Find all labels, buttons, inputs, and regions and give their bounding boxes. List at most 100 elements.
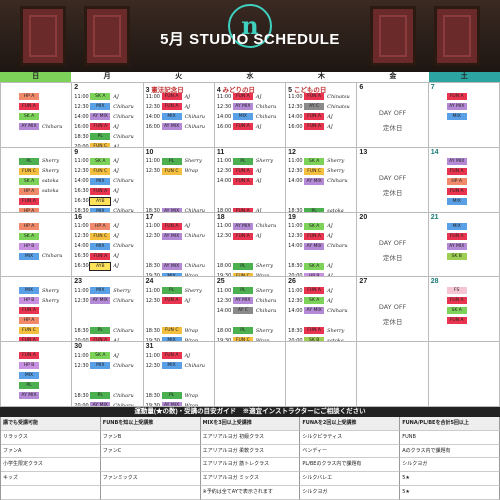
class-slot[interactable]: AY MIX xyxy=(431,242,497,251)
class-slot[interactable]: FUN C xyxy=(3,326,69,335)
class-slot[interactable]: SK B xyxy=(431,252,497,261)
class-slot[interactable]: 11:00 SK A Sherry xyxy=(288,157,354,166)
class-slot[interactable] xyxy=(146,381,212,390)
class-slot[interactable]: 14:00 AY MIX Chiharu xyxy=(288,177,354,186)
class-slot[interactable]: MIX Sherry xyxy=(3,286,69,295)
class-slot[interactable]: HP A xyxy=(3,92,69,101)
class-slot[interactable]: 14:00 FUN A AJ xyxy=(288,112,354,121)
class-slot[interactable]: 11:00 SK A AJ xyxy=(288,222,354,231)
class-slot[interactable]: 12:30 MIX Chiharu xyxy=(74,102,140,111)
class-slot[interactable]: 18:30 PL Chiharu xyxy=(74,391,140,400)
class-slot[interactable]: 12:30 FUN C AJ xyxy=(74,167,140,176)
class-slot[interactable]: 11:00 PL Sherry xyxy=(217,286,283,295)
class-slot[interactable]: 12:30 SK A AJ xyxy=(288,296,354,305)
class-slot[interactable]: 11:00 PL Sherry xyxy=(146,286,212,295)
class-slot[interactable]: FUN A xyxy=(431,296,497,305)
class-slot[interactable] xyxy=(146,177,212,186)
class-slot[interactable] xyxy=(217,187,283,196)
class-slot[interactable]: HP A xyxy=(3,316,69,325)
class-slot[interactable] xyxy=(74,381,140,390)
class-slot[interactable]: 16:30 FUN A AJ xyxy=(74,252,140,261)
class-slot[interactable] xyxy=(146,242,212,251)
class-slot[interactable] xyxy=(217,252,283,261)
class-slot[interactable] xyxy=(288,197,354,206)
class-slot[interactable] xyxy=(217,197,283,206)
class-slot[interactable]: 16:30 AYB AJ xyxy=(74,196,140,206)
class-slot[interactable]: 14:00 AY C Chiharu xyxy=(217,306,283,315)
class-slot[interactable]: FUN A xyxy=(3,197,69,206)
class-slot[interactable]: 12:30 FUN A AJ xyxy=(288,232,354,241)
class-slot[interactable]: FUN A xyxy=(3,306,69,315)
class-slot[interactable] xyxy=(146,197,212,206)
class-slot[interactable]: AY MIX xyxy=(3,391,69,400)
class-slot[interactable]: 11:00 FUN A AJ xyxy=(288,286,354,295)
class-slot[interactable]: MIX xyxy=(431,112,497,121)
class-slot[interactable]: 11:00 SK A AJ xyxy=(74,92,140,101)
class-slot[interactable]: FUN A xyxy=(3,102,69,111)
class-slot[interactable]: SK A xyxy=(3,232,69,241)
class-slot[interactable]: MIX Chiharu xyxy=(3,252,69,261)
class-slot[interactable] xyxy=(288,316,354,325)
class-slot[interactable]: 11:00 MIX Sherry xyxy=(74,286,140,295)
class-slot[interactable]: 11:00 SK A AJ xyxy=(74,157,140,166)
class-slot[interactable]: FUN A xyxy=(431,167,497,176)
class-slot[interactable]: FUN A xyxy=(431,187,497,196)
class-slot[interactable]: 18:30 FUN A Sherry xyxy=(288,326,354,335)
class-slot[interactable]: 14:00 FUN A AJ xyxy=(217,177,283,186)
class-slot[interactable]: HP B xyxy=(3,361,69,370)
class-slot[interactable]: 12:30 AY MIX Chiharu xyxy=(217,296,283,305)
class-slot[interactable]: 11:00 FUN A AJ xyxy=(217,92,283,101)
class-slot[interactable]: 18:30 PL Chiharu xyxy=(74,132,140,141)
class-slot[interactable]: FS xyxy=(431,286,497,295)
class-slot[interactable]: 12:30 FUN A AJ xyxy=(217,232,283,241)
class-slot[interactable]: HP A xyxy=(3,222,69,231)
class-slot[interactable]: 11:00 HP A AJ xyxy=(74,222,140,231)
class-slot[interactable] xyxy=(146,187,212,196)
class-slot[interactable]: 12:30 FUN C Sherry xyxy=(288,167,354,176)
class-slot[interactable]: HP B Sherry xyxy=(3,296,69,305)
class-slot[interactable]: SK Asatoka xyxy=(3,177,69,186)
class-slot[interactable] xyxy=(146,252,212,261)
class-slot[interactable] xyxy=(217,242,283,251)
class-slot[interactable]: FUN A xyxy=(431,232,497,241)
class-slot[interactable]: 16:00 FUN A AJ xyxy=(288,122,354,131)
class-slot[interactable]: 18:00 PL Sherry xyxy=(217,326,283,335)
class-slot[interactable]: 14:00 AY MIX Chiharu xyxy=(74,112,140,121)
class-slot[interactable]: 16:00 FUN A AJ xyxy=(74,122,140,131)
class-slot[interactable]: HP Asatoka xyxy=(3,187,69,196)
class-slot[interactable]: 11:00 PL Sherry xyxy=(146,157,212,166)
class-slot[interactable]: 11:00 FUN A AJ xyxy=(146,351,212,360)
class-slot[interactable]: 16:00 AY MIX Chiharu xyxy=(146,122,212,131)
class-slot[interactable]: 14:00 MIX Chiharu xyxy=(217,112,283,121)
class-slot[interactable]: 12:30 FUN C Wrap xyxy=(146,167,212,176)
class-slot[interactable]: 12:30 AY MIX Chiharu xyxy=(146,232,212,241)
class-slot[interactable]: 12:30 FUN C AJ xyxy=(74,232,140,241)
class-slot[interactable]: AY MIX xyxy=(431,102,497,111)
class-slot[interactable]: 12:30 FUN A AJ xyxy=(146,296,212,305)
class-slot[interactable]: FUN A xyxy=(3,351,69,360)
class-slot[interactable] xyxy=(288,187,354,196)
class-slot[interactable]: 14:00 AY MIX Chiharu xyxy=(288,306,354,315)
class-slot[interactable]: 14:00 MIX Chiharu xyxy=(146,112,212,121)
class-slot[interactable]: 12:30 AY MIX Chiharu xyxy=(74,296,140,305)
class-slot[interactable] xyxy=(146,316,212,325)
class-slot[interactable]: PL xyxy=(3,381,69,390)
class-slot[interactable]: 14:00 MIX Chiharu xyxy=(74,177,140,186)
class-slot[interactable]: MIX xyxy=(3,371,69,380)
class-slot[interactable]: 11:00 FUN A AJ xyxy=(146,92,212,101)
class-slot[interactable]: 14:00 MIX Chiharu xyxy=(74,242,140,251)
class-slot[interactable]: 16:30 AYB AJ xyxy=(74,261,140,271)
class-slot[interactable] xyxy=(288,252,354,261)
class-slot[interactable]: 18:30 PL Wrap xyxy=(146,391,212,400)
class-slot[interactable]: 12:30 MIX Chiharu xyxy=(74,361,140,370)
class-slot[interactable]: 14:00 AY MIX Chiharu xyxy=(288,242,354,251)
class-slot[interactable]: AY MIX Chiharu xyxy=(3,122,69,131)
class-slot[interactable]: 11:00 FUN A AJ xyxy=(146,222,212,231)
class-slot[interactable]: 18:30 FUN C Wrap xyxy=(146,326,212,335)
class-slot[interactable]: FUN C Sherry xyxy=(3,167,69,176)
class-slot[interactable]: AY MIX xyxy=(431,157,497,166)
class-slot[interactable]: HP B xyxy=(3,242,69,251)
class-slot[interactable]: MIX xyxy=(431,222,497,231)
class-slot[interactable]: 11:00 FUN A Chinatsu xyxy=(288,92,354,101)
class-slot[interactable]: 18:30 PL Chiharu xyxy=(74,326,140,335)
